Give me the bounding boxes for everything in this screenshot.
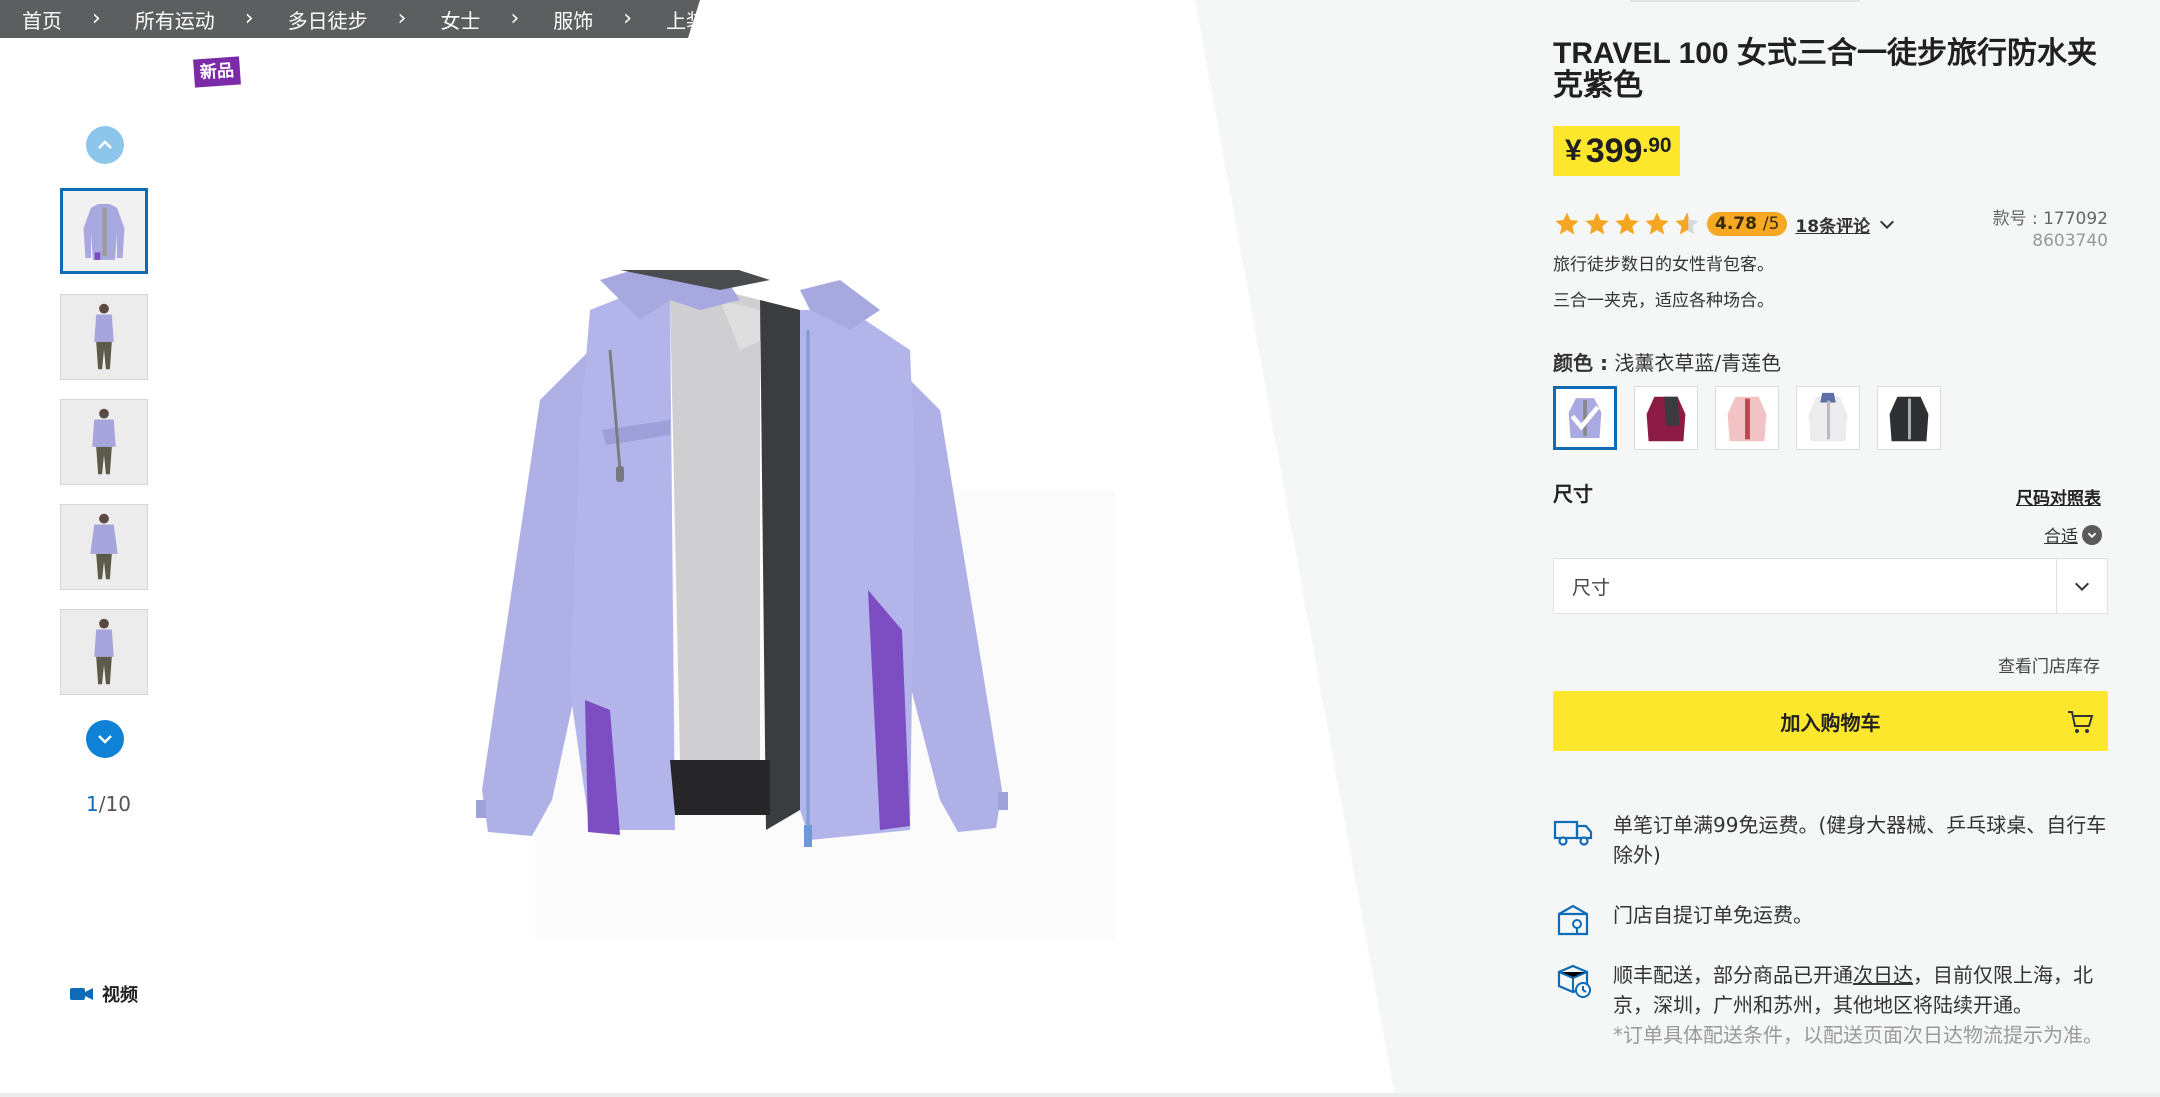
color-swatch-lavender[interactable]: [1553, 386, 1617, 450]
chevron-right-icon: ›: [92, 6, 101, 31]
video-label: 视频: [102, 985, 138, 1006]
shipping-express: 顺丰配送，部分商品已开通次日达，目前仅限上海，北京，深圳，广州和苏州，其他地区将…: [1553, 960, 2113, 1050]
shipping-note: *订单具体配送条件，以配送页面次日达物流提示为准。: [1613, 1023, 2103, 1047]
color-label-row: 颜色 : 浅薰衣草蓝/青莲色: [1553, 347, 1781, 376]
shipping-text-1: 单笔订单满99免运费。(健身大器械、乒乓球桌、自行车除外): [1613, 813, 2107, 867]
size-select-value: 尺寸: [1572, 576, 1611, 599]
thumbnail-2[interactable]: [60, 294, 148, 380]
thumbnail-down-button[interactable]: [86, 720, 124, 758]
shipping-text-2: 门店自提订单免运费。: [1613, 903, 1813, 927]
rating-score: 4.78 /5: [1707, 212, 1788, 236]
jacket-swatch-image: [1556, 389, 1614, 447]
chevron-down-icon[interactable]: [1878, 215, 1896, 233]
star-icon: [1645, 212, 1669, 235]
video-camera-icon: [70, 988, 93, 1000]
jacket-swatch-image: [1716, 387, 1778, 449]
pager-total: 10: [105, 792, 131, 816]
thumbnail-up-button[interactable]: [86, 126, 124, 164]
next-day-link[interactable]: 次日达: [1853, 963, 1913, 987]
shipping-text-3: 顺丰配送，部分商品已开通次日达，目前仅限上海，北京，深圳，广州和苏州，其他地区将…: [1613, 960, 2113, 1050]
fit-link[interactable]: 合适: [2044, 522, 2102, 547]
fast-delivery-icon: [1557, 964, 1591, 998]
chevron-down-circle-icon: [2082, 524, 2102, 545]
color-swatch-black[interactable]: [1877, 386, 1941, 450]
store-stock-link[interactable]: 查看门店库存: [1998, 652, 2100, 677]
price-integer: 399: [1585, 132, 1643, 170]
model-photo-image: [61, 610, 147, 694]
model-photo-image: [61, 295, 147, 379]
pager-current: 1: [86, 792, 99, 816]
cart-icon: [2068, 711, 2094, 733]
chevron-right-icon: ›: [397, 6, 407, 31]
reviews-link[interactable]: 18条评论: [1795, 212, 1870, 237]
half-star-icon: [1675, 212, 1699, 235]
shipping-text-3a: 顺丰配送，部分商品已开通: [1613, 963, 1853, 987]
store-pickup-icon: [1557, 904, 1589, 936]
chevron-right-icon: ›: [510, 6, 520, 31]
shipping-free-over-99: 单笔订单满99免运费。(健身大器械、乒乓球桌、自行车除外): [1553, 810, 2113, 870]
main-product-image[interactable]: [470, 270, 1030, 870]
sku-label: 款号 : 177092: [1992, 209, 2108, 229]
rating-scale: /5: [1762, 214, 1780, 234]
chevron-right-icon: ›: [623, 6, 633, 31]
star-icon: [1555, 212, 1579, 235]
chevron-down-icon: [2056, 559, 2107, 613]
breadcrumb-item-tops[interactable]: 上装: [666, 5, 706, 34]
shipping-store-pickup: 门店自提订单免运费。: [1553, 900, 2113, 942]
sku-sub: 8603740: [2032, 231, 2108, 251]
jacket-swatch-image: [1878, 387, 1940, 449]
sku-info: 款号 : 177092 8603740: [1980, 208, 2108, 252]
video-button[interactable]: 视频: [70, 981, 138, 1007]
bottom-divider: [0, 1093, 2160, 1097]
size-label: 尺寸: [1553, 482, 1593, 506]
breadcrumb-item-women[interactable]: 女士: [440, 5, 480, 34]
jacket-thumbnail-image: [63, 191, 145, 271]
thumbnail-1[interactable]: [60, 188, 148, 274]
chevron-down-icon: [98, 735, 112, 744]
jacket-swatch-image: [1635, 387, 1697, 449]
breadcrumb: 首页 › 所有运动 › 多日徒步 › 女士 › 服饰 › 上装: [0, 0, 700, 38]
chevron-right-icon: ›: [244, 6, 254, 31]
jacket-swatch-image: [1797, 387, 1859, 449]
add-to-cart-label: 加入购物车: [1780, 710, 1881, 735]
gallery-pager: 1/10: [86, 792, 131, 816]
thumbnail-3[interactable]: [60, 399, 148, 485]
price-tag: ¥ 399 .90: [1553, 126, 1680, 176]
breadcrumb-item-all-sports[interactable]: 所有运动: [135, 5, 215, 34]
breadcrumb-item-home[interactable]: 首页: [22, 5, 62, 34]
color-value: 浅薰衣草蓝/青莲色: [1614, 351, 1782, 375]
product-description-2: 三合一夹克，适应各种场合。: [1553, 291, 1774, 311]
color-swatch-white[interactable]: [1796, 386, 1860, 450]
new-badge: 新品: [193, 56, 241, 88]
truck-icon: [1553, 820, 1593, 846]
size-select[interactable]: 尺寸: [1553, 558, 2108, 614]
model-photo-image: [61, 400, 147, 484]
breadcrumb-item-multiday-hiking[interactable]: 多日徒步: [288, 5, 368, 34]
color-label: 颜色 :: [1553, 351, 1608, 375]
breadcrumb-item-apparel[interactable]: 服饰: [553, 5, 593, 34]
rating-value: 4.78: [1715, 214, 1757, 234]
price-currency: ¥: [1565, 134, 1582, 167]
color-swatch-pink[interactable]: [1715, 386, 1779, 450]
thumbnail-5[interactable]: [60, 609, 148, 695]
product-description-1: 旅行徒步数日的女性背包客。: [1553, 255, 1774, 275]
thumbnail-4[interactable]: [60, 504, 148, 590]
model-photo-image: [61, 505, 147, 589]
star-icon: [1585, 212, 1609, 235]
top-divider: [1630, 0, 1860, 2]
star-icon: [1615, 212, 1639, 235]
product-title: TRAVEL 100 女式三合一徒步旅行防水夹克紫色: [1553, 37, 2097, 102]
chevron-up-icon: [98, 140, 112, 149]
rating-row: 4.78 /5 18条评论: [1553, 210, 1896, 238]
price-decimal: .90: [1642, 134, 1672, 157]
add-to-cart-button[interactable]: 加入购物车: [1553, 691, 2108, 751]
color-swatch-burgundy[interactable]: [1634, 386, 1698, 450]
rating-stars: [1553, 210, 1701, 238]
fit-label: 合适: [2044, 527, 2078, 547]
size-chart-link[interactable]: 尺码对照表: [2016, 484, 2101, 509]
